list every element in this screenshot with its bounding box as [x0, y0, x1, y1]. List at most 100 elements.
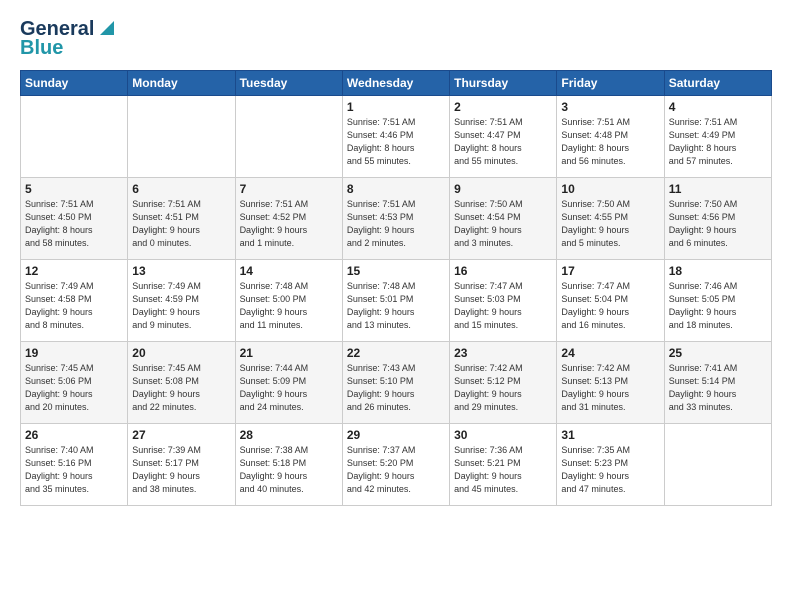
- calendar-week-row: 26 Sunrise: 7:40 AM Sunset: 5:16 PM Dayli…: [21, 424, 772, 506]
- calendar-cell: 21 Sunrise: 7:44 AM Sunset: 5:09 PM Dayli…: [235, 342, 342, 424]
- day-number: 30: [454, 428, 552, 442]
- logo: General Blue: [20, 18, 114, 60]
- calendar-cell: [21, 96, 128, 178]
- day-info: Sunrise: 7:51 AM Sunset: 4:51 PM Dayligh…: [132, 198, 230, 250]
- day-info: Sunrise: 7:48 AM Sunset: 5:01 PM Dayligh…: [347, 280, 445, 332]
- calendar-cell: 3 Sunrise: 7:51 AM Sunset: 4:48 PM Daylig…: [557, 96, 664, 178]
- day-number: 28: [240, 428, 338, 442]
- day-info: Sunrise: 7:36 AM Sunset: 5:21 PM Dayligh…: [454, 444, 552, 496]
- weekday-header: Sunday: [21, 71, 128, 96]
- day-number: 12: [25, 264, 123, 278]
- page: General Blue SundayMondayTuesdayWednesda…: [0, 0, 792, 612]
- day-info: Sunrise: 7:51 AM Sunset: 4:46 PM Dayligh…: [347, 116, 445, 168]
- calendar-cell: 25 Sunrise: 7:41 AM Sunset: 5:14 PM Dayli…: [664, 342, 771, 424]
- day-info: Sunrise: 7:42 AM Sunset: 5:13 PM Dayligh…: [561, 362, 659, 414]
- day-number: 11: [669, 182, 767, 196]
- calendar-body: 1 Sunrise: 7:51 AM Sunset: 4:46 PM Daylig…: [21, 96, 772, 506]
- day-info: Sunrise: 7:50 AM Sunset: 4:54 PM Dayligh…: [454, 198, 552, 250]
- day-info: Sunrise: 7:51 AM Sunset: 4:49 PM Dayligh…: [669, 116, 767, 168]
- day-number: 4: [669, 100, 767, 114]
- calendar-cell: 18 Sunrise: 7:46 AM Sunset: 5:05 PM Dayli…: [664, 260, 771, 342]
- day-number: 14: [240, 264, 338, 278]
- logo-blue: Blue: [20, 37, 63, 60]
- day-number: 25: [669, 346, 767, 360]
- calendar-cell: 30 Sunrise: 7:36 AM Sunset: 5:21 PM Dayli…: [450, 424, 557, 506]
- calendar-cell: 23 Sunrise: 7:42 AM Sunset: 5:12 PM Dayli…: [450, 342, 557, 424]
- weekday-header: Friday: [557, 71, 664, 96]
- day-number: 13: [132, 264, 230, 278]
- calendar-cell: 16 Sunrise: 7:47 AM Sunset: 5:03 PM Dayli…: [450, 260, 557, 342]
- calendar-cell: 22 Sunrise: 7:43 AM Sunset: 5:10 PM Dayli…: [342, 342, 449, 424]
- day-info: Sunrise: 7:46 AM Sunset: 5:05 PM Dayligh…: [669, 280, 767, 332]
- day-info: Sunrise: 7:47 AM Sunset: 5:03 PM Dayligh…: [454, 280, 552, 332]
- day-number: 9: [454, 182, 552, 196]
- day-info: Sunrise: 7:41 AM Sunset: 5:14 PM Dayligh…: [669, 362, 767, 414]
- calendar-cell: 7 Sunrise: 7:51 AM Sunset: 4:52 PM Daylig…: [235, 178, 342, 260]
- calendar-cell: 12Sunrise: 7:49 AM Sunset: 4:58 PM Dayli…: [21, 260, 128, 342]
- day-info: Sunrise: 7:49 AM Sunset: 4:59 PM Dayligh…: [132, 280, 230, 332]
- calendar-cell: 19Sunrise: 7:45 AM Sunset: 5:06 PM Dayli…: [21, 342, 128, 424]
- day-info: Sunrise: 7:44 AM Sunset: 5:09 PM Dayligh…: [240, 362, 338, 414]
- day-number: 18: [669, 264, 767, 278]
- calendar-cell: 6Sunrise: 7:51 AM Sunset: 4:51 PM Daylig…: [128, 178, 235, 260]
- calendar-cell: 24 Sunrise: 7:42 AM Sunset: 5:13 PM Dayli…: [557, 342, 664, 424]
- header: General Blue: [20, 18, 772, 60]
- day-info: Sunrise: 7:51 AM Sunset: 4:48 PM Dayligh…: [561, 116, 659, 168]
- calendar-table: SundayMondayTuesdayWednesdayThursdayFrid…: [20, 70, 772, 506]
- day-number: 2: [454, 100, 552, 114]
- calendar-cell: 17 Sunrise: 7:47 AM Sunset: 5:04 PM Dayli…: [557, 260, 664, 342]
- day-number: 8: [347, 182, 445, 196]
- day-number: 10: [561, 182, 659, 196]
- day-number: 15: [347, 264, 445, 278]
- day-number: 3: [561, 100, 659, 114]
- calendar-week-row: 19Sunrise: 7:45 AM Sunset: 5:06 PM Dayli…: [21, 342, 772, 424]
- calendar-cell: [128, 96, 235, 178]
- calendar-week-row: 5 Sunrise: 7:51 AM Sunset: 4:50 PM Daylig…: [21, 178, 772, 260]
- day-info: Sunrise: 7:51 AM Sunset: 4:47 PM Dayligh…: [454, 116, 552, 168]
- weekday-header: Wednesday: [342, 71, 449, 96]
- weekday-header: Monday: [128, 71, 235, 96]
- calendar-cell: 29Sunrise: 7:37 AM Sunset: 5:20 PM Dayli…: [342, 424, 449, 506]
- day-info: Sunrise: 7:45 AM Sunset: 5:06 PM Dayligh…: [25, 362, 123, 414]
- calendar-cell: 28 Sunrise: 7:38 AM Sunset: 5:18 PM Dayli…: [235, 424, 342, 506]
- day-number: 20: [132, 346, 230, 360]
- calendar-cell: 31Sunrise: 7:35 AM Sunset: 5:23 PM Dayli…: [557, 424, 664, 506]
- day-info: Sunrise: 7:39 AM Sunset: 5:17 PM Dayligh…: [132, 444, 230, 496]
- day-number: 17: [561, 264, 659, 278]
- day-info: Sunrise: 7:51 AM Sunset: 4:52 PM Dayligh…: [240, 198, 338, 250]
- day-number: 24: [561, 346, 659, 360]
- day-number: 23: [454, 346, 552, 360]
- day-info: Sunrise: 7:48 AM Sunset: 5:00 PM Dayligh…: [240, 280, 338, 332]
- calendar-cell: 5 Sunrise: 7:51 AM Sunset: 4:50 PM Daylig…: [21, 178, 128, 260]
- day-info: Sunrise: 7:51 AM Sunset: 4:50 PM Dayligh…: [25, 198, 123, 250]
- calendar-week-row: 12Sunrise: 7:49 AM Sunset: 4:58 PM Dayli…: [21, 260, 772, 342]
- day-info: Sunrise: 7:43 AM Sunset: 5:10 PM Dayligh…: [347, 362, 445, 414]
- day-info: Sunrise: 7:50 AM Sunset: 4:56 PM Dayligh…: [669, 198, 767, 250]
- weekday-header: Saturday: [664, 71, 771, 96]
- day-number: 16: [454, 264, 552, 278]
- day-info: Sunrise: 7:47 AM Sunset: 5:04 PM Dayligh…: [561, 280, 659, 332]
- calendar-cell: [235, 96, 342, 178]
- calendar-cell: 15 Sunrise: 7:48 AM Sunset: 5:01 PM Dayli…: [342, 260, 449, 342]
- day-info: Sunrise: 7:38 AM Sunset: 5:18 PM Dayligh…: [240, 444, 338, 496]
- day-number: 29: [347, 428, 445, 442]
- day-number: 7: [240, 182, 338, 196]
- day-info: Sunrise: 7:45 AM Sunset: 5:08 PM Dayligh…: [132, 362, 230, 414]
- calendar-cell: 2 Sunrise: 7:51 AM Sunset: 4:47 PM Daylig…: [450, 96, 557, 178]
- day-number: 31: [561, 428, 659, 442]
- weekday-header: Tuesday: [235, 71, 342, 96]
- calendar-cell: 11 Sunrise: 7:50 AM Sunset: 4:56 PM Dayli…: [664, 178, 771, 260]
- calendar-cell: 13 Sunrise: 7:49 AM Sunset: 4:59 PM Dayli…: [128, 260, 235, 342]
- day-number: 26: [25, 428, 123, 442]
- day-number: 1: [347, 100, 445, 114]
- day-info: Sunrise: 7:50 AM Sunset: 4:55 PM Dayligh…: [561, 198, 659, 250]
- day-number: 21: [240, 346, 338, 360]
- day-info: Sunrise: 7:40 AM Sunset: 5:16 PM Dayligh…: [25, 444, 123, 496]
- calendar-cell: 9 Sunrise: 7:50 AM Sunset: 4:54 PM Daylig…: [450, 178, 557, 260]
- day-number: 5: [25, 182, 123, 196]
- weekday-row: SundayMondayTuesdayWednesdayThursdayFrid…: [21, 71, 772, 96]
- day-info: Sunrise: 7:42 AM Sunset: 5:12 PM Dayligh…: [454, 362, 552, 414]
- calendar-cell: 10 Sunrise: 7:50 AM Sunset: 4:55 PM Dayli…: [557, 178, 664, 260]
- calendar-week-row: 1 Sunrise: 7:51 AM Sunset: 4:46 PM Daylig…: [21, 96, 772, 178]
- day-number: 22: [347, 346, 445, 360]
